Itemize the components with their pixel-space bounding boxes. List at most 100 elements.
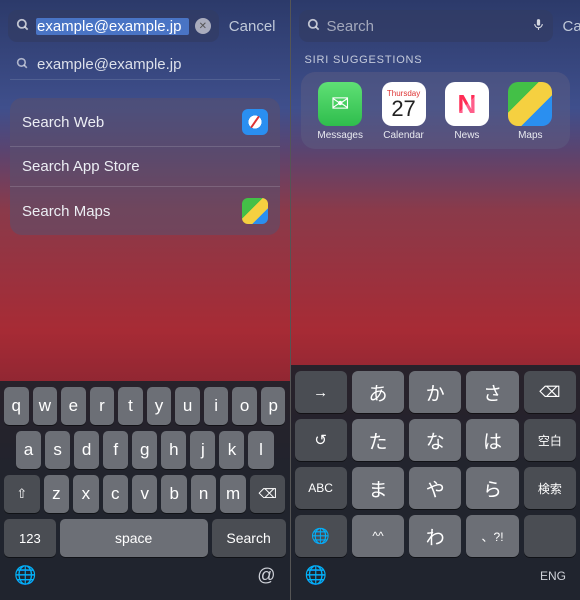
key-wa[interactable]: わ — [409, 515, 461, 557]
news-icon: N — [445, 82, 489, 126]
key-abc[interactable]: ABC — [295, 467, 347, 509]
lang-label[interactable]: ENG — [540, 569, 566, 583]
mic-icon[interactable] — [532, 16, 545, 37]
suggestion-text: example@example.jp — [37, 56, 181, 73]
app-news[interactable]: N News — [437, 82, 497, 141]
globe-icon[interactable]: 🌐 — [305, 565, 327, 586]
cancel-button[interactable]: Cancel — [563, 18, 580, 35]
key-ta[interactable]: た — [352, 419, 404, 461]
siri-suggestions-apps: Messages Thursday 27 Calendar N News Map… — [301, 72, 571, 149]
key-search[interactable]: Search — [212, 519, 286, 557]
key-row-4: 123 space Search — [4, 519, 286, 557]
search-actions: Search Web Search App Store Search Maps — [10, 98, 280, 235]
key-c[interactable]: c — [103, 475, 128, 513]
qwerty-keyboard: q w e r t y u i o p a s d f g h j k l ⇧ … — [0, 381, 290, 600]
key-blank — [524, 515, 576, 557]
search-field[interactable]: example@example.jp ✕ — [8, 10, 219, 42]
maps-icon — [508, 82, 552, 126]
search-maps-row[interactable]: Search Maps — [10, 187, 280, 235]
key-m[interactable]: m — [220, 475, 245, 513]
search-appstore-row[interactable]: Search App Store — [10, 147, 280, 187]
jp-row-1: → あ か さ ⌫ — [295, 371, 577, 413]
cancel-button[interactable]: Cancel — [229, 18, 282, 35]
maps-icon — [242, 198, 268, 224]
key-d[interactable]: d — [74, 431, 99, 469]
key-b[interactable]: b — [161, 475, 186, 513]
key-backspace[interactable]: ⌫ — [524, 371, 576, 413]
magnifier-icon — [16, 57, 29, 73]
search-web-row[interactable]: Search Web — [10, 98, 280, 147]
key-q[interactable]: q — [4, 387, 29, 425]
app-calendar[interactable]: Thursday 27 Calendar — [374, 82, 434, 141]
key-e[interactable]: e — [61, 387, 86, 425]
app-label: Calendar — [383, 130, 424, 141]
key-backspace[interactable]: ⌫ — [250, 475, 286, 513]
key-l[interactable]: l — [248, 431, 273, 469]
app-label: News — [454, 130, 479, 141]
key-o[interactable]: o — [232, 387, 257, 425]
key-i[interactable]: i — [204, 387, 229, 425]
app-messages[interactable]: Messages — [310, 82, 370, 141]
siri-suggestions-header: SIRI SUGGESTIONS — [305, 54, 567, 66]
key-s[interactable]: s — [45, 431, 70, 469]
key-sa[interactable]: さ — [466, 371, 518, 413]
key-h[interactable]: h — [161, 431, 186, 469]
key-ha[interactable]: は — [466, 419, 518, 461]
safari-icon — [242, 109, 268, 135]
key-row-3: ⇧ z x c v b n m ⌫ — [4, 475, 286, 513]
key-ma[interactable]: ま — [352, 467, 404, 509]
key-space[interactable]: 空白 — [524, 419, 576, 461]
clear-icon[interactable]: ✕ — [195, 18, 211, 34]
messages-icon — [318, 82, 362, 126]
key-next[interactable]: → — [295, 371, 347, 413]
at-key[interactable]: @ — [257, 565, 275, 586]
key-f[interactable]: f — [103, 431, 128, 469]
key-shift[interactable]: ⇧ — [4, 475, 40, 513]
key-t[interactable]: t — [118, 387, 143, 425]
key-j[interactable]: j — [190, 431, 215, 469]
right-pane: Cancel SIRI SUGGESTIONS Messages Thursda… — [290, 0, 580, 600]
key-w[interactable]: w — [33, 387, 58, 425]
key-g[interactable]: g — [132, 431, 157, 469]
action-label: Search App Store — [22, 158, 140, 175]
jp-row-4: 🌐 ^^ わ 、?! — [295, 515, 577, 557]
app-label: Maps — [518, 130, 542, 141]
key-a[interactable]: a — [16, 431, 41, 469]
key-undo[interactable]: ↺ — [295, 419, 347, 461]
key-x[interactable]: x — [73, 475, 98, 513]
globe-icon[interactable]: 🌐 — [14, 565, 36, 586]
magnifier-icon — [16, 18, 30, 35]
action-label: Search Web — [22, 114, 104, 131]
jp-row-2: ↺ た な は 空白 — [295, 419, 577, 461]
suggestion-row[interactable]: example@example.jp — [10, 50, 280, 80]
search-input-text[interactable]: example@example.jp — [36, 18, 189, 35]
key-v[interactable]: v — [132, 475, 157, 513]
key-p[interactable]: p — [261, 387, 286, 425]
key-globe[interactable]: 🌐 — [295, 515, 347, 557]
key-search[interactable]: 検索 — [524, 467, 576, 509]
key-emote[interactable]: ^^ — [352, 515, 404, 557]
search-bar: example@example.jp ✕ Cancel — [8, 10, 282, 42]
key-space[interactable]: space — [60, 519, 208, 557]
key-punct[interactable]: 、?! — [466, 515, 518, 557]
key-ra[interactable]: ら — [466, 467, 518, 509]
key-r[interactable]: r — [90, 387, 115, 425]
key-z[interactable]: z — [44, 475, 69, 513]
key-ya[interactable]: や — [409, 467, 461, 509]
app-maps[interactable]: Maps — [500, 82, 560, 141]
key-na[interactable]: な — [409, 419, 461, 461]
key-a[interactable]: あ — [352, 371, 404, 413]
key-123[interactable]: 123 — [4, 519, 56, 557]
app-label: Messages — [317, 130, 363, 141]
search-input[interactable] — [327, 18, 526, 35]
kana-keyboard: → あ か さ ⌫ ↺ た な は 空白 ABC ま や ら 検索 🌐 ^^ わ… — [291, 365, 580, 600]
key-u[interactable]: u — [175, 387, 200, 425]
key-n[interactable]: n — [191, 475, 216, 513]
keyboard-bottom-bar: 🌐 ENG — [295, 563, 577, 590]
key-k[interactable]: k — [219, 431, 244, 469]
calendar-day: 27 — [391, 98, 415, 120]
key-y[interactable]: y — [147, 387, 172, 425]
key-ka[interactable]: か — [409, 371, 461, 413]
search-field[interactable] — [299, 10, 553, 42]
jp-row-3: ABC ま や ら 検索 — [295, 467, 577, 509]
